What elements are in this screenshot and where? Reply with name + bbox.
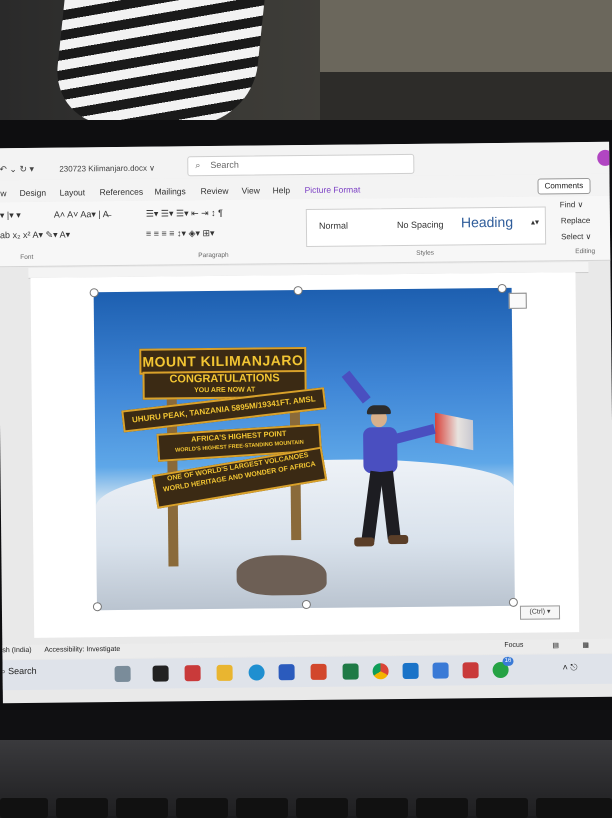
- tab-mailings[interactable]: Mailings: [155, 186, 186, 196]
- accessibility-status[interactable]: Accessibility: Investigate: [44, 646, 120, 654]
- font-group-label: Font: [20, 253, 34, 261]
- search-box[interactable]: ⌕ Search: [187, 153, 415, 177]
- undo-icon[interactable]: ↶ ⌄ ↻ ▾: [0, 164, 34, 175]
- hiker-right-arm: [394, 423, 436, 444]
- keyboard-key: [176, 798, 228, 818]
- keyboard-key: [0, 798, 48, 818]
- taskbar-search-label: Search: [8, 665, 37, 677]
- search-placeholder: Search: [210, 159, 239, 170]
- hiker-right-boot: [388, 534, 409, 545]
- styles-gallery: Normal No Spacing Heading ▴▾: [305, 206, 547, 247]
- style-heading[interactable]: Heading: [461, 214, 513, 231]
- font-format-icons[interactable]: ab x₂ x² A▾ ✎▾ A▾: [0, 229, 70, 241]
- windows-taskbar: ⌕ Search 16 ˄ ⎋: [1, 653, 612, 691]
- tab-design[interactable]: Design: [20, 188, 47, 198]
- hiker-left-boot: [354, 537, 375, 547]
- prayer-flag: [434, 412, 474, 451]
- laptop-keyboard: [0, 740, 612, 818]
- tab-help[interactable]: Help: [273, 185, 291, 195]
- language-status[interactable]: sh (India): [2, 647, 31, 654]
- hiker-right-leg: [380, 470, 401, 540]
- style-normal[interactable]: Normal: [319, 221, 348, 231]
- room-background: [0, 0, 612, 135]
- outlook-icon[interactable]: [402, 662, 419, 680]
- store-icon[interactable]: [432, 662, 449, 679]
- excel-icon[interactable]: [342, 663, 359, 680]
- mcafee-icon[interactable]: [184, 665, 201, 682]
- tab-review[interactable]: Review: [201, 186, 229, 196]
- system-tray-chevron-icon[interactable]: ˄ ⎋: [563, 662, 578, 673]
- replace-button[interactable]: Replace: [561, 216, 590, 225]
- kilimanjaro-photo[interactable]: MOUNT KILIMANJARO CONGRATULATIONS YOU AR…: [93, 287, 515, 611]
- hiker-hat: [366, 405, 391, 415]
- tab-layout[interactable]: Layout: [60, 187, 86, 197]
- widgets-icon[interactable]: [114, 665, 131, 683]
- styles-group-label: Styles: [416, 249, 434, 257]
- app-l-icon[interactable]: [152, 665, 169, 682]
- edge-icon[interactable]: [248, 664, 265, 681]
- editing-group-label: Editing: [575, 247, 596, 256]
- keyboard-key: [356, 798, 408, 818]
- web-layout-icon[interactable]: ▦: [582, 641, 589, 649]
- document-filename[interactable]: 230723 Kilimanjaro.docx ∨: [59, 164, 155, 174]
- striped-lamp: [51, 0, 265, 125]
- select-button[interactable]: Select ∨: [561, 232, 591, 241]
- resize-handle-bottom-left[interactable]: [92, 602, 102, 612]
- hiker-person: [333, 370, 436, 560]
- ribbon: ▾ |▾ ▾ A˄ A˅ Aa▾ | A̶ ab x₂ x² A▾ ✎▾ A▾ …: [0, 195, 611, 268]
- print-layout-icon[interactable]: ▤: [552, 641, 559, 649]
- tab-view[interactable]: View: [242, 185, 260, 195]
- find-button[interactable]: Find ∨: [560, 200, 584, 209]
- paste-options-badge[interactable]: (Ctrl) ▾: [519, 605, 561, 620]
- comments-button[interactable]: Comments: [537, 178, 591, 195]
- resize-handle-top-right[interactable]: [497, 283, 507, 293]
- hiker-jacket: [363, 427, 398, 474]
- focus-button[interactable]: Focus: [504, 642, 523, 649]
- resize-handle-top[interactable]: [293, 286, 303, 296]
- mcafee-shield-icon[interactable]: [462, 662, 479, 679]
- keyboard-key: [416, 798, 468, 818]
- tab-picture-format[interactable]: Picture Format: [305, 184, 361, 195]
- notification-badge: 16: [502, 656, 514, 666]
- taskbar-search[interactable]: ⌕ Search: [1, 666, 37, 677]
- laptop-hinge: [0, 710, 612, 740]
- style-no-spacing[interactable]: No Spacing: [397, 220, 444, 230]
- keyboard-key: [116, 798, 168, 818]
- keyboard-key: [236, 798, 288, 818]
- tab-references[interactable]: References: [100, 187, 144, 197]
- comments-label: Comments: [544, 181, 584, 191]
- resize-handle-bottom[interactable]: [301, 599, 311, 610]
- list-icons[interactable]: ☰▾ ☰▾ ☰▾ ⇤ ⇥ ↕ ¶: [146, 208, 223, 220]
- hiker-left-leg: [361, 470, 384, 542]
- chrome-icon[interactable]: [372, 663, 389, 680]
- font-grow-shrink-icon[interactable]: A˄ A˅ Aa▾ | A̶: [54, 209, 109, 221]
- resize-handle-top-left[interactable]: [89, 288, 99, 298]
- tab-view-partial[interactable]: ew: [0, 188, 7, 198]
- word-icon[interactable]: [278, 664, 295, 681]
- rock: [236, 554, 327, 596]
- keyboard-key: [296, 798, 348, 818]
- hiker-left-arm: [341, 370, 371, 404]
- paragraph-group-label: Paragraph: [198, 251, 229, 260]
- layout-options-icon[interactable]: [508, 292, 527, 309]
- styles-more-icon[interactable]: ▴▾: [531, 218, 539, 227]
- keyboard-key: [56, 798, 108, 818]
- resize-handle-bottom-right[interactable]: [508, 597, 518, 607]
- keyboard-key: [476, 798, 528, 818]
- laptop-screen: ↶ ⌄ ↻ ▾ 230723 Kilimanjaro.docx ∨ ⌕ Sear…: [0, 141, 612, 704]
- powerpoint-icon[interactable]: [310, 663, 327, 680]
- search-icon: ⌕: [195, 160, 201, 171]
- keyboard-key: [536, 798, 612, 818]
- alignment-icons[interactable]: ≡ ≡ ≡ ≡ ↕▾ ◈▾ ⊞▾: [146, 228, 215, 240]
- font-size-dropdown[interactable]: ▾ |▾ ▾: [0, 210, 21, 221]
- file-explorer-icon[interactable]: [216, 664, 233, 681]
